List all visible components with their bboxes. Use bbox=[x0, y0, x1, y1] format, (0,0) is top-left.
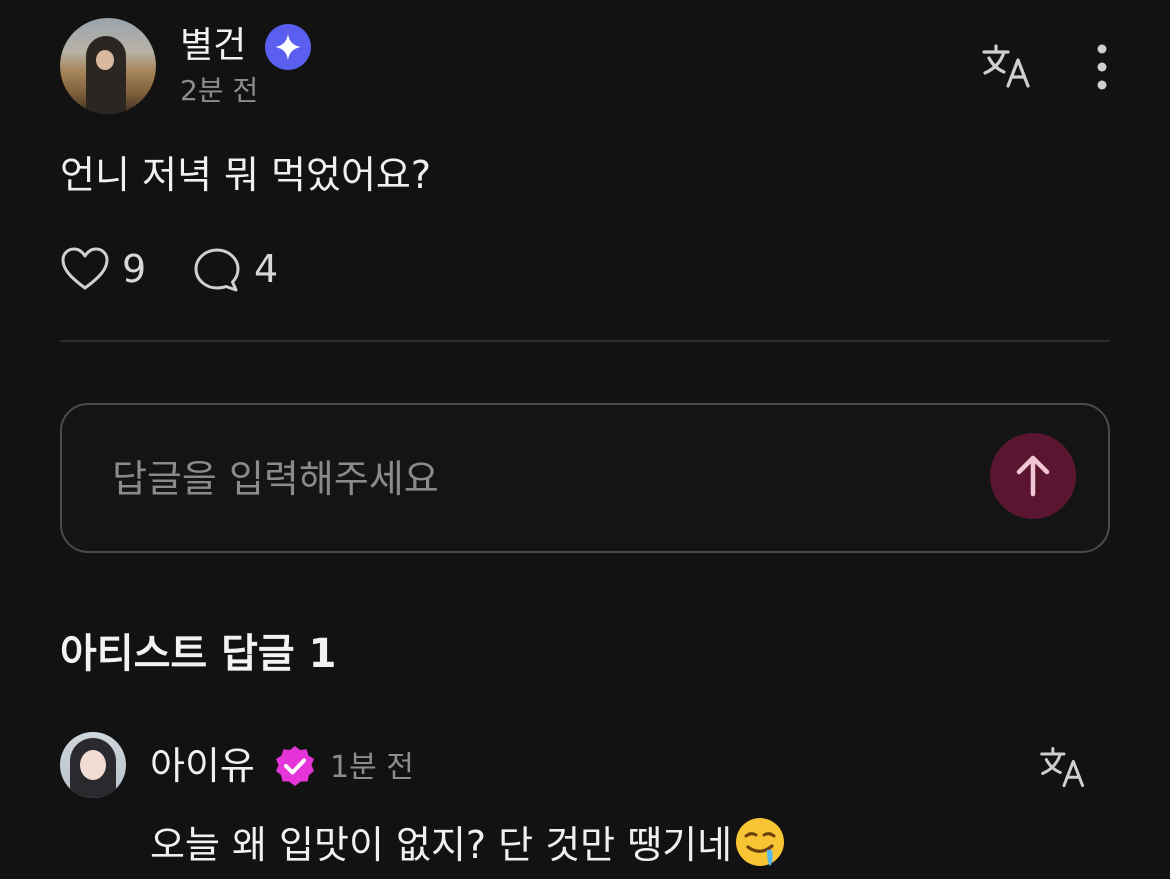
arrow-up-icon bbox=[1016, 455, 1050, 497]
drooling-face-emoji bbox=[734, 816, 786, 868]
reply-text: 오늘 왜 입맛이 없지? 단 것만 땡기네 bbox=[150, 823, 733, 867]
reply-composer bbox=[60, 403, 1110, 553]
reply-input[interactable] bbox=[112, 449, 932, 509]
avatar[interactable] bbox=[60, 732, 126, 798]
like-count: 9 bbox=[122, 247, 147, 291]
comment-icon[interactable] bbox=[192, 246, 242, 294]
translate-icon[interactable] bbox=[1038, 744, 1090, 790]
heart-icon[interactable] bbox=[60, 246, 110, 292]
divider bbox=[60, 340, 1110, 342]
post-detail-page: 별건 2분 전 언니 저녁 뭐 먹었어요? 9 4 답글을 입력해주세요 아티스… bbox=[0, 0, 1170, 879]
send-button[interactable] bbox=[990, 433, 1076, 519]
author-name[interactable]: 별건 bbox=[180, 24, 246, 68]
verified-badge-icon bbox=[272, 744, 318, 790]
post-body: 언니 저녁 뭐 먹었어요? bbox=[60, 153, 432, 197]
artist-reply: 아이유 1분 전 오늘 왜 입맛이 없지? 단 것만 땡기네 bbox=[60, 732, 1110, 879]
post-header: 별건 2분 전 bbox=[60, 18, 1110, 118]
post-actions: 9 4 bbox=[60, 244, 460, 294]
more-vertical-icon[interactable] bbox=[1090, 42, 1114, 92]
avatar[interactable] bbox=[60, 18, 156, 114]
verified-badge-icon bbox=[265, 24, 311, 70]
reply-author-name[interactable]: 아이유 bbox=[150, 742, 255, 790]
reply-time: 1분 전 bbox=[330, 750, 414, 785]
comment-count: 4 bbox=[254, 247, 279, 291]
reply-text-row: 오늘 왜 입맛이 없지? 단 것만 땡기네 bbox=[150, 816, 786, 871]
translate-icon[interactable] bbox=[980, 42, 1036, 90]
post-time: 2분 전 bbox=[180, 74, 259, 107]
artist-replies-title: 아티스트 답글 1 bbox=[60, 631, 337, 677]
